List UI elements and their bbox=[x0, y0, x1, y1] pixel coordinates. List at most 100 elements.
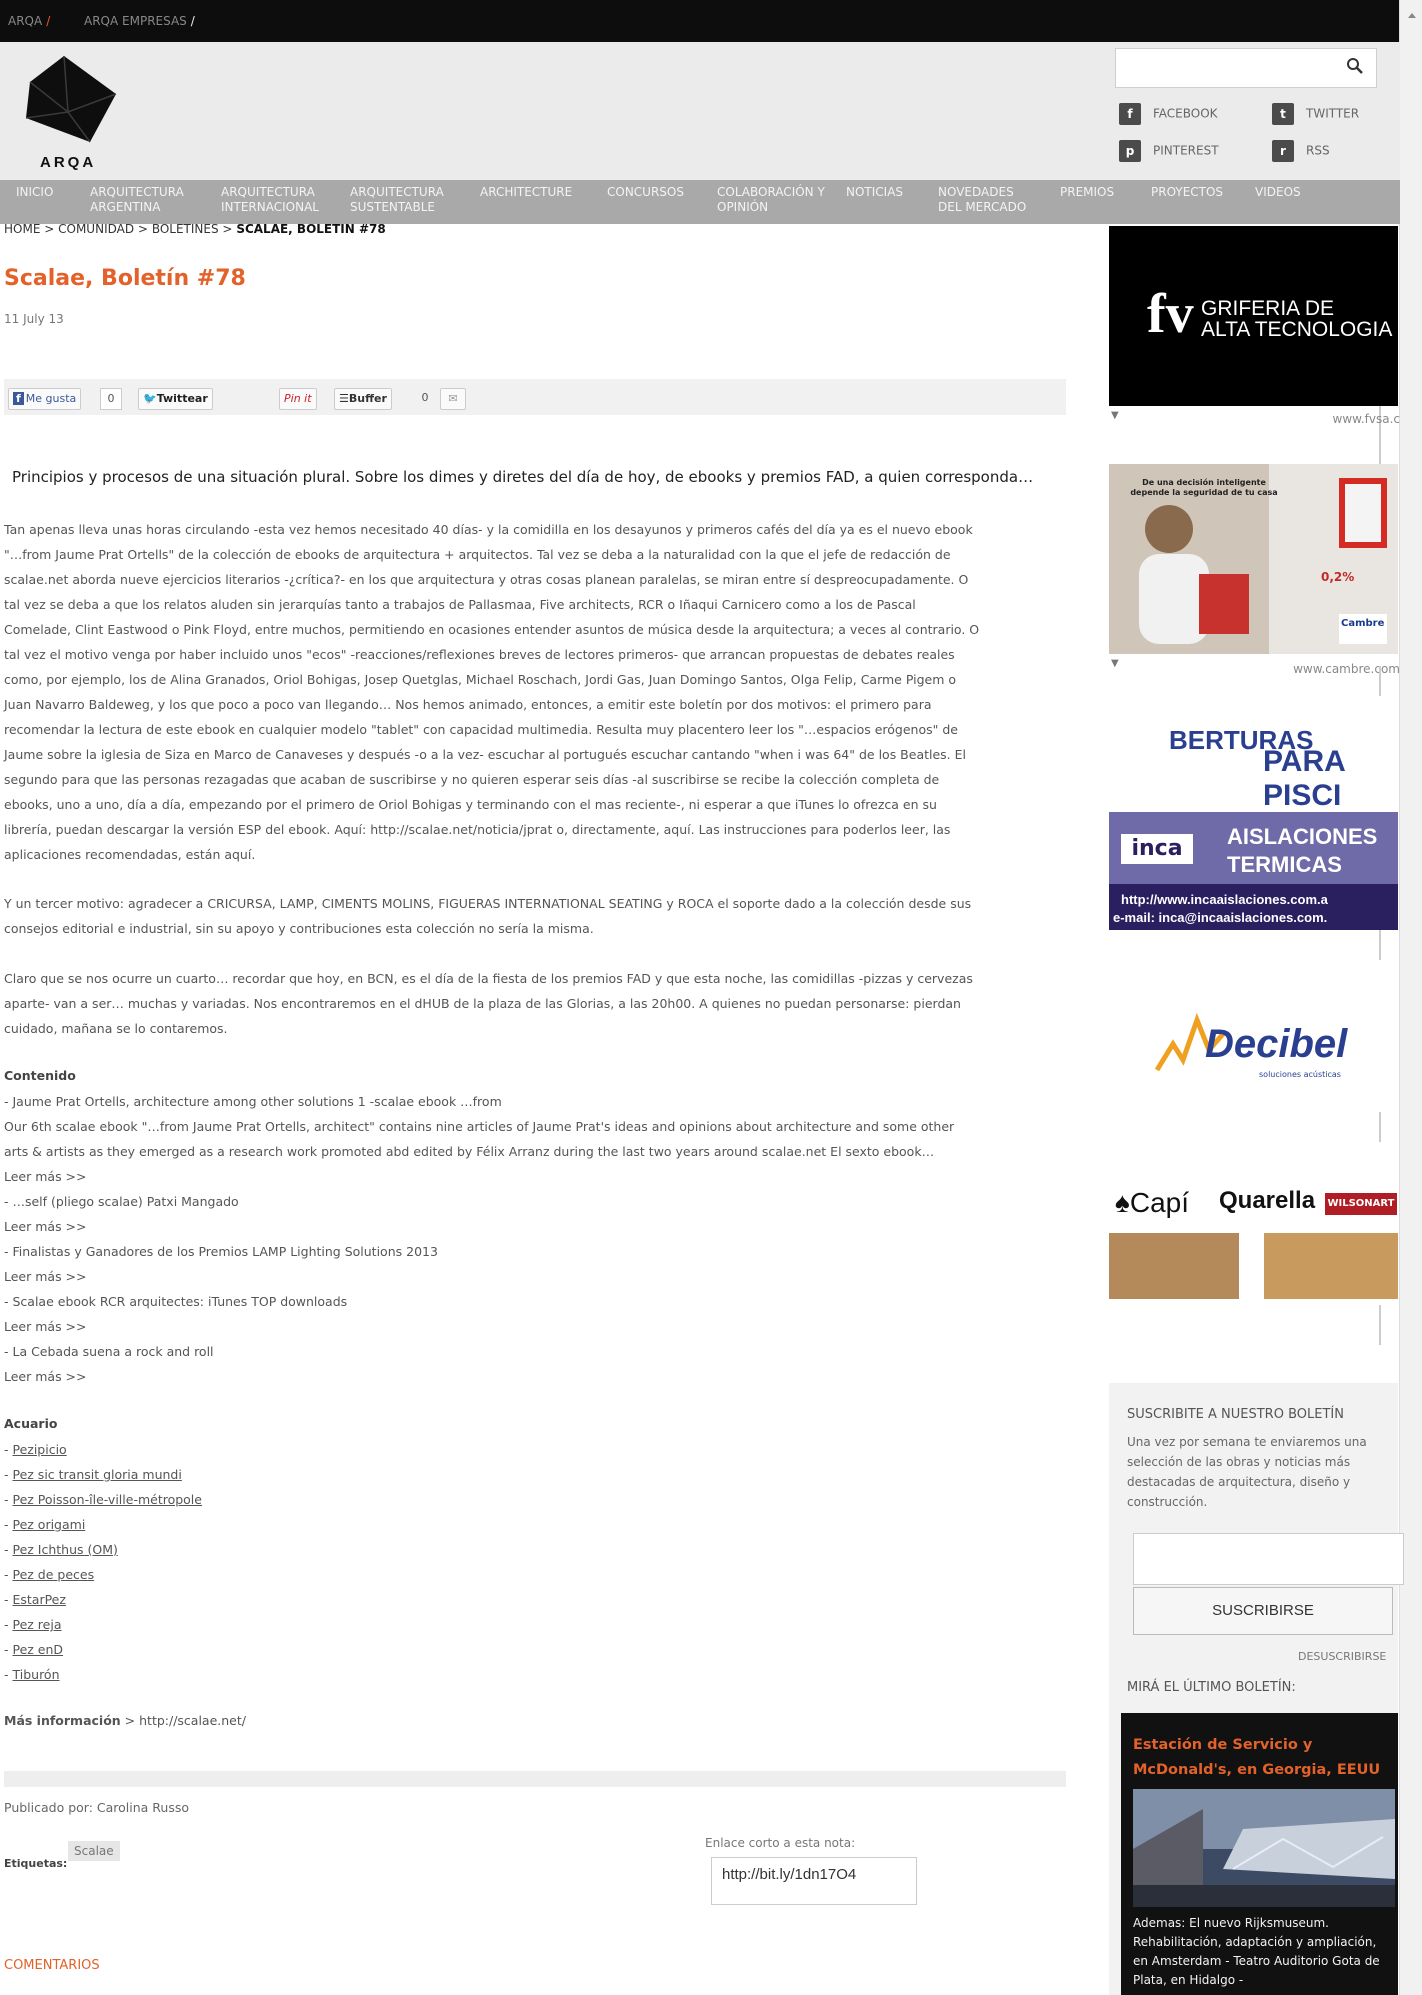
topbar-link-label: ARQA bbox=[8, 14, 43, 28]
short-link-field[interactable]: http://bit.ly/1dn17O4 bbox=[711, 1857, 917, 1905]
acuario-item-label: Tiburón bbox=[12, 1667, 60, 1682]
facebook-like-button[interactable]: f Me gusta bbox=[8, 388, 82, 410]
capi-logo: ♠Capí bbox=[1115, 1187, 1190, 1218]
contenido-item[interactable]: - La Cebada suena a rock and roll bbox=[4, 1339, 1064, 1364]
acuario-item-label: Pezipicio bbox=[12, 1442, 67, 1457]
logo-link[interactable]: ARQA bbox=[0, 42, 140, 176]
search-input[interactable] bbox=[1115, 48, 1377, 88]
text-line: ebooks, uno a uno, día a día, empezando … bbox=[4, 797, 937, 812]
breadcrumb-boletines[interactable]: BOLETINES bbox=[152, 222, 219, 236]
piscinas-text-2: PARA PISCI bbox=[1263, 745, 1345, 812]
read-more-link[interactable]: Leer más >> bbox=[4, 1214, 1064, 1239]
scrollbar[interactable] bbox=[1399, 0, 1422, 1995]
text-line[interactable]: librería, puedan descargar la versión ES… bbox=[4, 817, 1064, 842]
newsletter-email-input[interactable] bbox=[1133, 1533, 1404, 1585]
scroll-up-arrow-icon[interactable] bbox=[1406, 2, 1418, 32]
tweet-label: Twittear bbox=[156, 392, 208, 405]
unsubscribe-link[interactable]: DESUSCRIBIRSE bbox=[1298, 1650, 1386, 1663]
nav-item-arquitectura-internacional[interactable]: ARQUITECTURA INTERNACIONAL bbox=[221, 185, 339, 215]
contenido-item[interactable]: - …self (pliego scalae) Patxi Mangado bbox=[4, 1189, 1064, 1214]
ad-text-line: GRIFERIA DE bbox=[1201, 297, 1335, 320]
divider bbox=[1379, 930, 1381, 960]
contenido-item[interactable]: - Scalae ebook RCR arquitectes: iTunes T… bbox=[4, 1289, 1064, 1314]
topbar-link-arqa[interactable]: ARQA / bbox=[8, 14, 50, 28]
inca-web: http://www.incaaislaciones.com.a bbox=[1121, 892, 1328, 907]
read-more-link[interactable]: Leer más >> bbox=[4, 1264, 1064, 1289]
ad-cambre-banner[interactable]: De una decisión inteligente depende la s… bbox=[1109, 464, 1398, 654]
social-facebook-link[interactable]: f FACEBOOK bbox=[1119, 103, 1218, 125]
acuario-item[interactable]: - Tiburón bbox=[4, 1662, 1064, 1687]
acuario-item[interactable]: - Pez de peces bbox=[4, 1562, 1064, 1587]
ad-inca-banner[interactable]: inca AISLACIONES TERMICAS http://www.inc… bbox=[1109, 812, 1398, 930]
topbar-link-arqa-empresas[interactable]: ARQA EMPRESAS / bbox=[84, 14, 195, 28]
nav-item-premios[interactable]: PREMIOS bbox=[1060, 185, 1114, 200]
topbar-link-label: ARQA EMPRESAS bbox=[84, 14, 187, 28]
logo-text: ARQA bbox=[40, 154, 97, 171]
nav-item-colaboracion[interactable]: COLABORACIÓN Y OPINIÓN bbox=[717, 185, 829, 215]
nav-item-videos[interactable]: VIDEOS bbox=[1255, 185, 1301, 200]
text-line[interactable]: aplicaciones recomendadas, están aquí. bbox=[4, 842, 1064, 867]
cambre-headline: De una decisión inteligente depende la s… bbox=[1130, 478, 1278, 497]
read-more-link[interactable]: Leer más >> bbox=[4, 1314, 1064, 1339]
acuario-item[interactable]: - Pez reja bbox=[4, 1612, 1064, 1637]
acuario-item[interactable]: - Pez sic transit gloria mundi bbox=[4, 1462, 1064, 1487]
pin-it-button[interactable]: Pin it bbox=[279, 388, 317, 410]
email-share-button[interactable]: ✉ bbox=[440, 388, 466, 410]
capi-label: Capí bbox=[1129, 1187, 1190, 1218]
divider bbox=[1379, 1112, 1381, 1142]
read-more-link[interactable]: Leer más >> bbox=[4, 1164, 1064, 1189]
subscribe-button[interactable]: SUSCRIBIRSE bbox=[1133, 1587, 1393, 1635]
nav-item-novedades[interactable]: NOVEDADES DEL MERCADO bbox=[938, 185, 1038, 215]
more-info-link[interactable]: > http://scalae.net/ bbox=[125, 1713, 246, 1728]
ad-url[interactable]: www.fvsa.c bbox=[1280, 412, 1401, 426]
breadcrumb-home[interactable]: HOME bbox=[4, 222, 40, 236]
last-bulletin-headline[interactable]: Estación de Servicio y McDonald's, en Ge… bbox=[1133, 1733, 1383, 1783]
ad-decibel-banner[interactable]: Decibel soluciones acústicas bbox=[1109, 972, 1398, 1112]
tag-scalae[interactable]: Scalae bbox=[68, 1841, 120, 1861]
twitter-icon: t bbox=[1272, 103, 1294, 125]
acuario-item[interactable]: - Pez Poisson-île-ville-métropole bbox=[4, 1487, 1064, 1512]
acuario-item[interactable]: - Pezipicio bbox=[4, 1437, 1064, 1462]
nav-item-architecture[interactable]: ARCHITECTURE bbox=[480, 185, 572, 200]
acuario-item[interactable]: - Pez origami bbox=[4, 1512, 1064, 1537]
breadcrumb-comunidad[interactable]: COMUNIDAD bbox=[58, 222, 134, 236]
text-line[interactable]: Y un tercer motivo: agradecer a CRICURSA… bbox=[4, 891, 1064, 916]
ad-fv-banner[interactable]: fv GRIFERIA DE ALTA TECNOLOGIA bbox=[1109, 226, 1398, 406]
contenido-list: - Jaume Prat Ortells, architecture among… bbox=[4, 1089, 1064, 1389]
last-bulletin-card[interactable]: Estación de Servicio y McDonald's, en Ge… bbox=[1121, 1713, 1398, 1995]
nav-item-inicio[interactable]: INICIO bbox=[16, 185, 53, 200]
acuario-item[interactable]: - EstarPez bbox=[4, 1587, 1064, 1612]
wilsonart-logo: WILSONART bbox=[1325, 1193, 1397, 1215]
tweet-button[interactable]: 🐦Twittear bbox=[138, 388, 213, 410]
text-line: Juan Navarro Baldeweg, y los que poco a … bbox=[4, 697, 932, 712]
text-line: aparte- van a ser… muchas y variadas. No… bbox=[4, 996, 961, 1011]
ad-piscinas-banner[interactable]: BERTURAS PARA PISCI bbox=[1109, 705, 1398, 812]
acuario-item-label: Pez de peces bbox=[12, 1567, 95, 1582]
social-label: FACEBOOK bbox=[1153, 106, 1218, 121]
nav-item-noticias[interactable]: NOTICIAS bbox=[846, 185, 903, 200]
social-rss-link[interactable]: r RSS bbox=[1272, 140, 1330, 162]
acuario-item-label: Pez sic transit gloria mundi bbox=[12, 1467, 182, 1482]
read-more-link[interactable]: Leer más >> bbox=[4, 1364, 1064, 1389]
ad-brands-banner[interactable]: ♠Capí Quarella WILSONART bbox=[1109, 1175, 1398, 1305]
top-bar: ARQA / ARQA EMPRESAS / bbox=[0, 0, 1400, 42]
search-button[interactable] bbox=[1340, 50, 1370, 82]
facebook-icon: f bbox=[1119, 103, 1141, 125]
nav-item-arquitectura-argentina[interactable]: ARQUITECTURA ARGENTINA bbox=[90, 185, 200, 215]
social-twitter-link[interactable]: t TWITTER bbox=[1272, 103, 1359, 125]
text-line: Comelade, Clint Eastwood o Pink Floyd, e… bbox=[4, 622, 980, 637]
acuario-item[interactable]: - Pez Ichthus (OM) bbox=[4, 1537, 1064, 1562]
social-label: RSS bbox=[1306, 143, 1330, 158]
buffer-label: Buffer bbox=[348, 392, 387, 405]
buffer-button[interactable]: ☰Buffer bbox=[334, 388, 392, 410]
social-pinterest-link[interactable]: p PINTEREST bbox=[1119, 140, 1219, 162]
contenido-item[interactable]: - Finalistas y Ganadores de los Premios … bbox=[4, 1239, 1064, 1264]
acuario-item-label: Pez enD bbox=[12, 1642, 64, 1657]
contenido-item[interactable]: - Jaume Prat Ortells, architecture among… bbox=[4, 1089, 1064, 1114]
nav-item-arquitectura-sustentable[interactable]: ARQUITECTURA SUSTENTABLE bbox=[350, 185, 458, 215]
nav-item-concursos[interactable]: CONCURSOS bbox=[607, 185, 684, 200]
nav-item-proyectos[interactable]: PROYECTOS bbox=[1151, 185, 1223, 200]
brand-photo bbox=[1264, 1233, 1398, 1299]
acuario-item[interactable]: - Pez enD bbox=[4, 1637, 1064, 1662]
fv-logo: fv bbox=[1147, 283, 1194, 345]
